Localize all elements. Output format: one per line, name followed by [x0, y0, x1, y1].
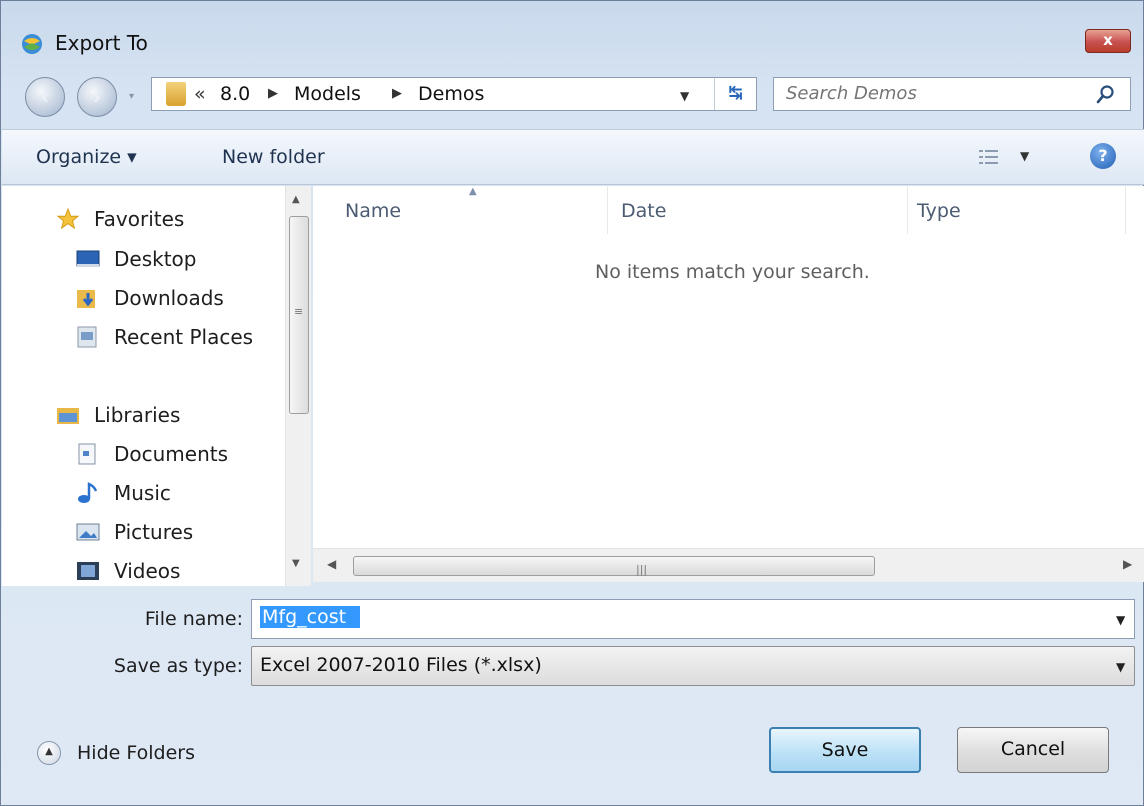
refresh-button[interactable]: ↹ — [714, 78, 756, 110]
change-view-button[interactable]: ▼ — [974, 144, 1038, 172]
nav-item-label: Libraries — [94, 403, 181, 427]
close-icon: x — [1103, 31, 1113, 49]
file-name-label: File name: — [144, 608, 243, 630]
documents-icon — [78, 443, 96, 465]
breadcrumb-overflow[interactable]: « — [194, 83, 206, 105]
nav-item-label: Videos — [114, 559, 181, 583]
export-to-dialog: Export To x ‹ › ▾ « 8.0 ▶ Models ▶ Demos… — [0, 0, 1144, 806]
window-title: Export To — [55, 31, 148, 55]
search-box[interactable] — [773, 77, 1131, 111]
save-button[interactable]: Save — [769, 727, 921, 773]
scrollbar-thumb[interactable]: ≡ — [289, 216, 309, 414]
address-bar[interactable]: « 8.0 ▶ Models ▶ Demos ▼ ↹ — [151, 77, 757, 111]
column-divider[interactable] — [607, 186, 608, 234]
column-divider[interactable] — [1125, 186, 1126, 234]
file-name-dropdown-icon[interactable]: ▼ — [1116, 613, 1125, 627]
downloads-icon — [77, 290, 95, 308]
sort-ascending-icon: ▲ — [469, 186, 477, 197]
empty-message: No items match your search. — [595, 261, 870, 283]
nav-item-label: Pictures — [114, 520, 194, 544]
cancel-button[interactable]: Cancel — [957, 727, 1109, 773]
videos-icon — [77, 562, 99, 580]
file-name-field[interactable]: ▼ — [251, 599, 1135, 639]
save-as-type-select[interactable]: Excel 2007-2010 Files (*.xlsx) ▼ — [251, 646, 1135, 686]
command-toolbar: Organize ▾ New folder ▼ ? — [2, 129, 1144, 185]
refresh-icon: ↹ — [728, 83, 743, 103]
recent-locations-dropdown[interactable]: ▾ — [129, 91, 143, 105]
libraries-icon — [57, 408, 79, 424]
folder-icon — [166, 82, 186, 106]
scroll-down-icon[interactable]: ▼ — [292, 558, 300, 569]
address-dropdown-icon[interactable]: ▼ — [680, 89, 689, 103]
back-button[interactable]: ‹ — [25, 77, 65, 117]
hide-folders-label: Hide Folders — [77, 742, 195, 764]
forward-arrow-icon: › — [92, 85, 102, 109]
search-icon[interactable] — [1096, 84, 1116, 104]
navigation-pane: Favorites Desktop Downloads Recent Place… — [2, 186, 288, 586]
forward-button[interactable]: › — [77, 77, 117, 117]
music-icon — [78, 482, 98, 503]
breadcrumb-item[interactable]: Demos — [418, 83, 484, 105]
nav-item-label: Documents — [114, 442, 229, 466]
nav-item-label: Favorites — [94, 207, 185, 231]
scroll-up-icon[interactable]: ▲ — [292, 194, 300, 205]
nav-pane-scrollbar[interactable]: ▲ ≡ ▼ — [285, 186, 311, 586]
breadcrumb-item[interactable]: Models — [294, 83, 361, 105]
collapse-icon: ▲ — [37, 741, 61, 765]
help-button[interactable]: ? — [1090, 143, 1116, 169]
save-as-type-dropdown-icon: ▼ — [1116, 660, 1126, 674]
grip-icon: ||| — [636, 563, 648, 576]
column-header-name[interactable]: Name — [345, 200, 401, 222]
breadcrumb-chevron-icon[interactable]: ▶ — [268, 86, 278, 101]
save-as-type-label: Save as type: — [113, 655, 243, 677]
nav-item-label: Recent Places — [114, 325, 254, 349]
help-icon: ? — [1098, 146, 1108, 165]
pictures-icon — [76, 523, 100, 541]
recent-places-icon — [77, 326, 97, 348]
column-header-type[interactable]: Type — [917, 200, 961, 222]
search-input[interactable] — [786, 83, 1086, 104]
close-button[interactable]: x — [1085, 29, 1131, 53]
back-arrow-icon: ‹ — [40, 85, 50, 109]
desktop-icon — [76, 250, 100, 267]
grip-icon: ≡ — [294, 305, 304, 318]
nav-item-label: Desktop — [114, 247, 197, 271]
scroll-right-icon[interactable]: ▶ — [1123, 557, 1132, 571]
column-divider[interactable] — [907, 186, 908, 234]
title-bar: Export To x — [1, 1, 1143, 71]
save-as-type-value: Excel 2007-2010 Files (*.xlsx) — [260, 654, 542, 676]
file-list-horizontal-scrollbar[interactable]: ◀ ||| ▶ — [313, 548, 1144, 582]
nav-item-label: Music — [114, 481, 171, 505]
app-icon — [22, 34, 42, 54]
scroll-left-icon[interactable]: ◀ — [327, 557, 336, 571]
breadcrumb-item[interactable]: 8.0 — [220, 83, 250, 105]
breadcrumb-chevron-icon[interactable]: ▶ — [392, 86, 402, 101]
scrollbar-thumb[interactable]: ||| — [353, 556, 875, 576]
organize-menu-button[interactable]: Organize ▾ — [36, 146, 137, 168]
file-list[interactable]: ▲ Name Date Type No items match your sea… — [313, 186, 1144, 548]
star-icon — [56, 208, 80, 230]
new-folder-button[interactable]: New folder — [222, 146, 325, 168]
nav-item-label: Downloads — [114, 286, 224, 310]
view-dropdown-icon: ▼ — [1020, 149, 1030, 163]
column-header-date[interactable]: Date — [621, 200, 666, 222]
file-name-input[interactable] — [260, 606, 360, 628]
view-list-icon — [979, 150, 998, 164]
